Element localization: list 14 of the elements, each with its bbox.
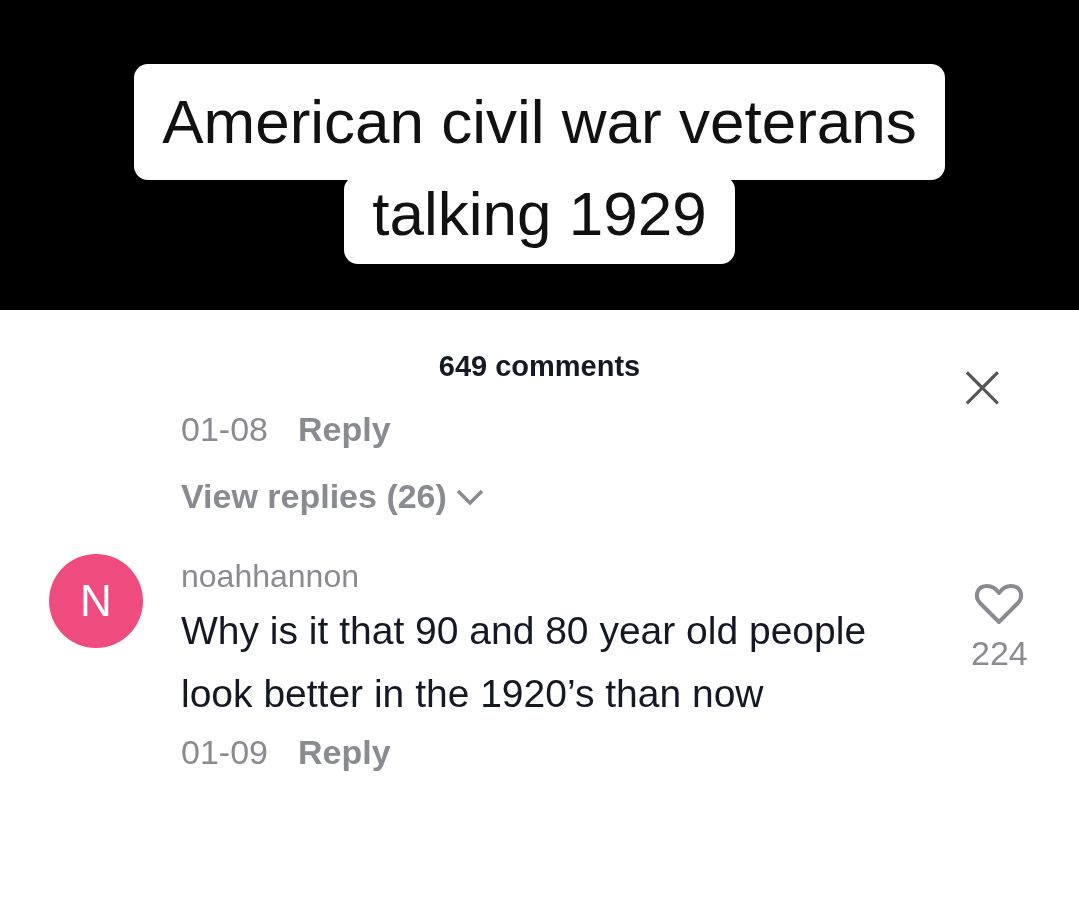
comment-count-title: 649 comments xyxy=(438,350,641,383)
view-replies-link[interactable]: View replies (26) xyxy=(181,477,447,516)
chevron-down-icon xyxy=(454,487,485,506)
reply-link[interactable]: Reply xyxy=(297,733,391,772)
avatar[interactable]: N xyxy=(49,554,143,648)
comment-date: 01-08 xyxy=(181,410,268,449)
close-button[interactable]: × xyxy=(955,360,1009,412)
like-count: 224 xyxy=(971,634,1028,673)
reply-link[interactable]: Reply xyxy=(297,410,391,449)
comment-date: 01-09 xyxy=(181,733,268,772)
username[interactable]: noahhannon xyxy=(181,558,359,595)
caption-label: American civil war veterans xyxy=(134,64,945,180)
heart-icon[interactable] xyxy=(974,582,1025,626)
comment-text: Why is it that 90 and 80 year old people look better in the 1920’s than now xyxy=(181,608,868,717)
